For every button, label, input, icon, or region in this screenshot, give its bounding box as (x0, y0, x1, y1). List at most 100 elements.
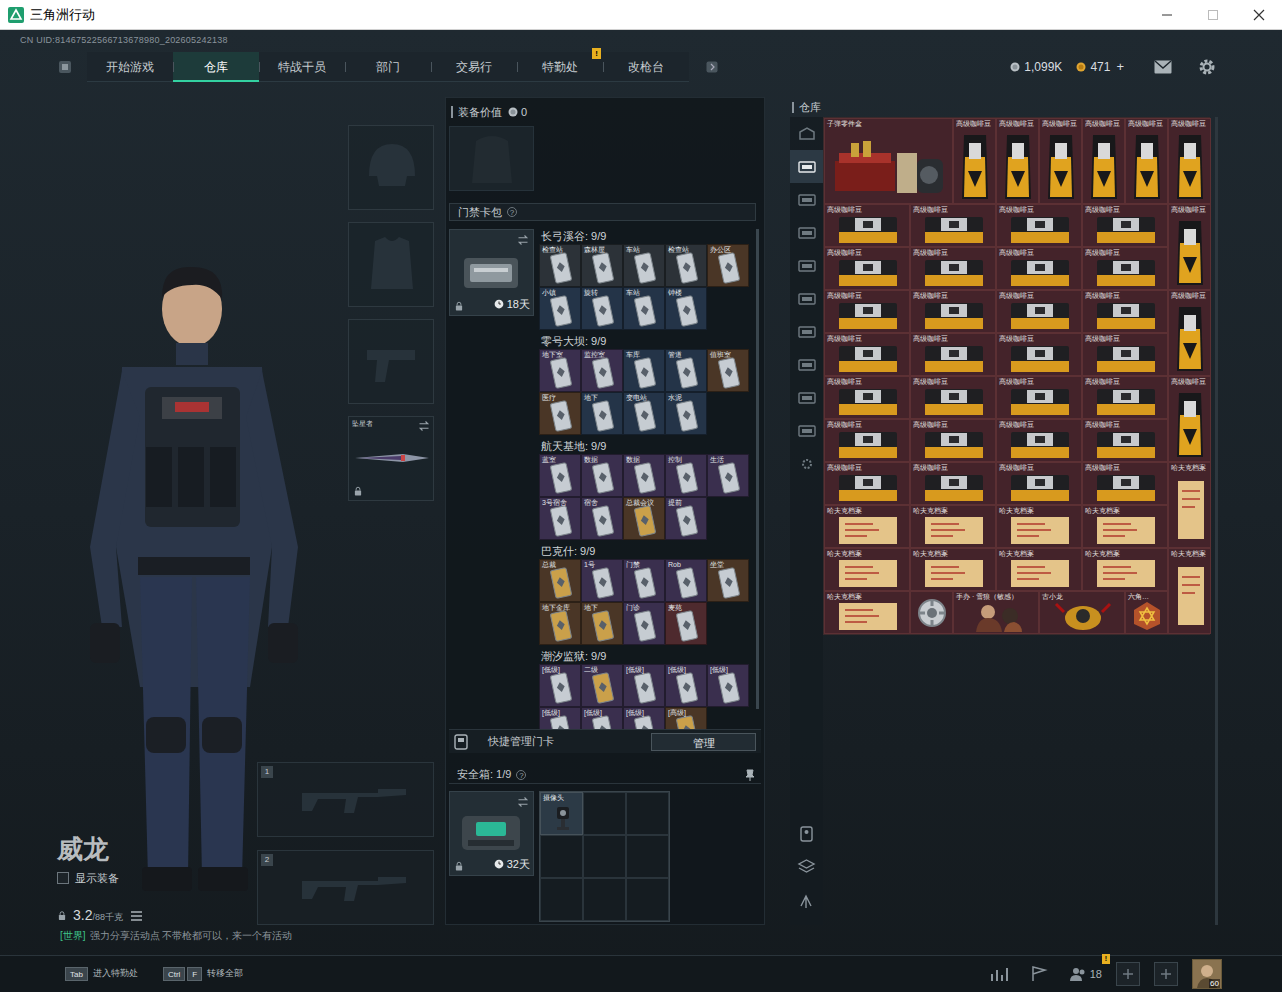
stash-item[interactable]: 高级咖啡豆 (824, 247, 910, 290)
keycard[interactable]: 医疗 (539, 392, 581, 435)
safebox-item[interactable]: 摄像头 (540, 792, 583, 835)
keycard[interactable]: 数据 (581, 454, 623, 497)
keycard[interactable]: 旋转 (581, 287, 623, 330)
stash-item[interactable]: 高级咖啡豆 (910, 290, 996, 333)
keycard[interactable]: 总裁会议 (623, 497, 665, 540)
add-friend-icon[interactable] (1154, 962, 1178, 986)
stash-item[interactable]: 高级咖啡豆 (1082, 462, 1168, 505)
gear-slot[interactable] (348, 319, 434, 404)
gear-slot[interactable]: 坠星者 (348, 416, 434, 501)
stash-item[interactable] (910, 591, 953, 634)
stash-item[interactable]: 高级咖啡豆 (1168, 118, 1211, 204)
stash-item[interactable]: 哈夫克档案 (1082, 548, 1168, 591)
keycard[interactable]: 总裁 (539, 559, 581, 602)
keycard[interactable]: 1号 (581, 559, 623, 602)
keycard[interactable]: 变电站 (623, 392, 665, 435)
keycard[interactable]: [低级] (581, 707, 623, 729)
empty-cell[interactable] (540, 878, 583, 921)
stash-item[interactable]: 哈夫克档案 (824, 505, 910, 548)
empty-cell[interactable] (626, 878, 669, 921)
stash-item[interactable]: 高级咖啡豆 (996, 290, 1082, 333)
help-button[interactable]: ? (507, 207, 517, 217)
nav-tab[interactable]: 改枪台 (603, 52, 689, 82)
keycard[interactable]: 检查站 (665, 244, 707, 287)
stash-item[interactable]: 哈夫克档案 (824, 591, 910, 634)
stash-item[interactable]: 六角… (1125, 591, 1168, 634)
empty-cell[interactable] (540, 835, 583, 878)
keycard[interactable]: [低级] (539, 707, 581, 729)
keycard[interactable]: [低级] (665, 664, 707, 707)
keycard[interactable]: 小镇 (539, 287, 581, 330)
weapon-slot[interactable]: 2 (257, 850, 434, 925)
key-hint[interactable]: Tab进入特勤处 (65, 967, 138, 981)
help-button[interactable]: ? (516, 770, 526, 780)
stash-tab[interactable] (790, 348, 823, 381)
weapon-slot[interactable]: 1 (257, 762, 434, 837)
chat-line[interactable]: [世界]强力分享活动点 不带枪都可以，来一个有活动 (0, 925, 440, 945)
keycard[interactable]: 车站 (623, 287, 665, 330)
stash-item[interactable]: 高级咖啡豆 (824, 290, 910, 333)
stash-item[interactable]: 高级咖啡豆 (1082, 247, 1168, 290)
flag-icon[interactable] (1030, 966, 1048, 982)
add-friend-icon[interactable] (1116, 962, 1140, 986)
stash-tab[interactable] (790, 216, 823, 249)
stash-item[interactable]: 高级咖啡豆 (910, 333, 996, 376)
keycard[interactable]: 生活 (707, 454, 749, 497)
empty-cell[interactable] (626, 792, 669, 835)
keycard[interactable]: [低级] (707, 664, 749, 707)
stash-item[interactable]: 高级咖啡豆 (824, 462, 910, 505)
minimize-icon[interactable] (1144, 0, 1190, 30)
keycard[interactable]: 车库 (623, 349, 665, 392)
empty-cell[interactable] (583, 878, 626, 921)
swap-icon[interactable] (517, 234, 529, 246)
stash-item[interactable]: 高级咖啡豆 (1082, 333, 1168, 376)
stash-item[interactable]: 高级咖啡豆 (996, 118, 1039, 204)
maximize-icon[interactable] (1190, 0, 1236, 30)
keycard[interactable]: 地下室 (539, 349, 581, 392)
nav-tab[interactable]: 特战干员 (259, 52, 345, 82)
keycard[interactable]: [低级] (539, 664, 581, 707)
stash-tab[interactable] (790, 150, 823, 183)
stash-item[interactable]: 高级咖啡豆 (1082, 419, 1168, 462)
stash-item[interactable]: 高级咖啡豆 (996, 204, 1082, 247)
keycard[interactable]: 麦苑 (665, 602, 707, 645)
stash-item[interactable]: 高级咖啡豆 (1082, 376, 1168, 419)
player-avatar[interactable]: 60 (1192, 959, 1222, 989)
stash-item[interactable]: 高级咖啡豆 (824, 419, 910, 462)
keycard[interactable]: 森林屋 (581, 244, 623, 287)
backpack-slot[interactable] (449, 126, 534, 191)
stash-tab[interactable] (790, 447, 823, 480)
stash-tab[interactable] (790, 414, 823, 447)
stash-tab[interactable] (790, 282, 823, 315)
keycard-case[interactable]: 18天 (449, 229, 534, 316)
settings-icon[interactable] (1198, 58, 1216, 76)
stash-item[interactable]: 哈夫克档案 (910, 548, 996, 591)
friends-button[interactable]: 18! (1070, 966, 1102, 983)
keycard[interactable]: 地下 (581, 392, 623, 435)
stash-tab[interactable] (790, 117, 823, 150)
pin-icon[interactable] (745, 769, 755, 781)
stash-item[interactable]: 高级咖啡豆 (1168, 290, 1211, 376)
keycard[interactable]: 控制 (665, 454, 707, 497)
safebox-case[interactable]: 32天 (449, 791, 534, 876)
stash-item[interactable]: 高级咖啡豆 (1125, 118, 1168, 204)
keycard[interactable]: 车站 (623, 244, 665, 287)
stash-item[interactable]: 手办 · 雪狼（敏感） (953, 591, 1039, 634)
key-hint[interactable]: CtrlF转移全部 (163, 967, 243, 981)
keycard[interactable]: 3号宿舍 (539, 497, 581, 540)
stats-icon[interactable] (990, 966, 1008, 982)
nav-tab[interactable]: 交易行 (431, 52, 517, 82)
stash-item[interactable]: 子弹零件盒 (824, 118, 953, 204)
stash-item[interactable]: 高级咖啡豆 (1168, 204, 1211, 290)
stash-item[interactable]: 高级咖啡豆 (910, 419, 996, 462)
stash-item[interactable]: 高级咖啡豆 (953, 118, 996, 204)
close-icon[interactable] (1236, 0, 1282, 30)
stash-item[interactable]: 哈夫克档案 (824, 548, 910, 591)
menu-icon[interactable] (58, 60, 72, 74)
keycard[interactable]: 门禁 (623, 559, 665, 602)
layers-icon[interactable] (790, 851, 823, 884)
stash-item[interactable]: 哈夫克档案 (910, 505, 996, 548)
keycard[interactable]: 地下 (581, 602, 623, 645)
keycard[interactable]: [高级] (665, 707, 707, 729)
stash-item[interactable]: 高级咖啡豆 (824, 204, 910, 247)
